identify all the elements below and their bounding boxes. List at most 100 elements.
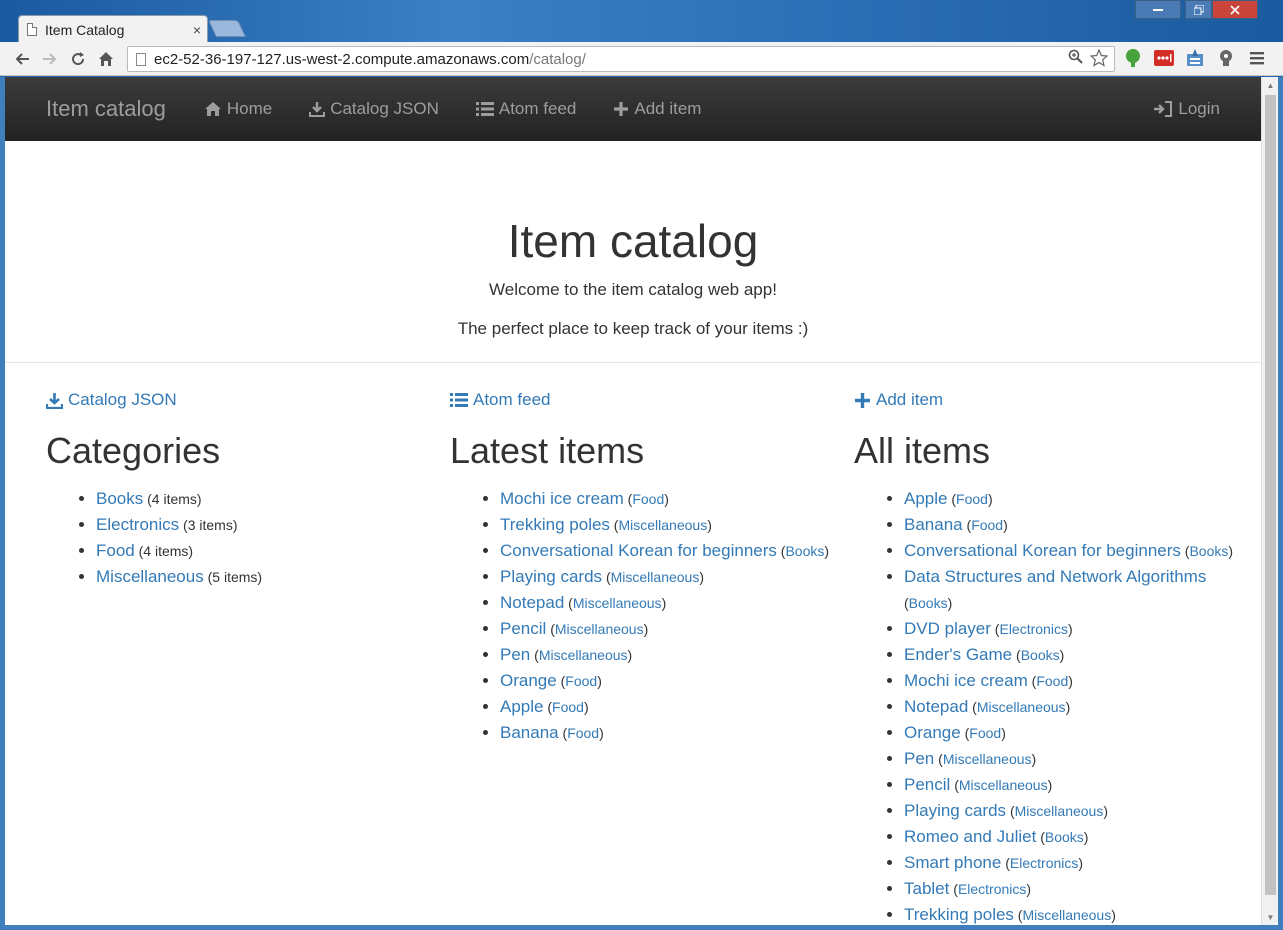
item-category-link[interactable]: Miscellaneous [959,777,1048,793]
browser-tab[interactable]: Item Catalog × [18,15,208,43]
item-link[interactable]: Trekking poles [904,905,1014,924]
item-category-link[interactable]: Books [1189,543,1228,559]
item-link[interactable]: Smart phone [904,853,1001,872]
item-link[interactable]: Pen [904,749,934,768]
item-list-entry: Notepad (Miscellaneous) [904,694,1258,720]
forward-button[interactable] [36,45,64,73]
navbar-brand[interactable]: Item catalog [46,96,166,122]
item-category-meta: (Food) [543,699,589,715]
item-category-link[interactable]: Miscellaneous [943,751,1032,767]
categories-heading: Categories [46,430,221,471]
item-category-link[interactable]: Miscellaneous [611,569,700,585]
category-link[interactable]: Miscellaneous [96,567,204,586]
item-category-meta: (Miscellaneous) [530,647,633,663]
scroll-down-arrow-icon[interactable]: ▼ [1262,909,1279,925]
item-link[interactable]: Ender's Game [904,645,1012,664]
minimize-button[interactable] [1135,0,1181,19]
item-link[interactable]: Pencil [500,619,546,638]
item-link[interactable]: Mochi ice cream [904,671,1028,690]
category-link[interactable]: Electronics [96,515,179,534]
item-category-link[interactable]: Miscellaneous [1022,907,1111,923]
zoom-icon[interactable] [1068,49,1084,72]
home-button[interactable] [92,45,120,73]
item-link[interactable]: Apple [904,489,947,508]
lastpass-extension-icon[interactable] [1153,47,1175,69]
item-list-entry: Conversational Korean for beginners (Boo… [500,538,854,564]
item-link[interactable]: Pencil [904,775,950,794]
item-category-link[interactable]: Miscellaneous [539,647,628,663]
scroll-thumb[interactable] [1265,95,1276,895]
window-controls [1135,0,1258,19]
back-button[interactable] [8,45,36,73]
evernote-extension-icon[interactable] [1122,47,1144,69]
item-link[interactable]: Notepad [500,593,564,612]
restore-button[interactable] [1185,0,1212,19]
item-category-link[interactable]: Books [785,543,824,559]
nav-home[interactable]: Home [204,99,272,119]
category-link[interactable]: Food [96,541,135,560]
window-close-button[interactable] [1212,0,1258,19]
item-link[interactable]: Romeo and Juliet [904,827,1036,846]
item-link[interactable]: Conversational Korean for beginners [904,541,1181,560]
bookmark-star-icon[interactable] [1089,48,1109,72]
browser-toolbar: ec2-52-36-197-127.us-west-2.compute.amaz… [0,42,1283,76]
forward-arrow-icon [43,52,57,65]
item-category-link[interactable]: Miscellaneous [555,621,644,637]
item-category-link[interactable]: Food [567,725,599,741]
vertical-scrollbar[interactable]: ▲ ▼ [1261,77,1278,925]
item-category-link[interactable]: Electronics [999,621,1067,637]
item-category-link[interactable]: Miscellaneous [618,517,707,533]
item-category-link[interactable]: Food [971,517,1003,533]
item-link[interactable]: Notepad [904,697,968,716]
item-link[interactable]: Playing cards [904,801,1006,820]
lightbulb-extension-icon[interactable] [1215,47,1237,69]
item-category-meta: (Food) [960,725,1006,741]
reload-button[interactable] [64,45,92,73]
item-category-link[interactable]: Electronics [958,881,1026,897]
atom-feed-link[interactable]: Atom feed [450,390,854,410]
scroll-up-arrow-icon[interactable]: ▲ [1262,77,1279,93]
nav-atom-feed[interactable]: Atom feed [475,99,576,119]
item-link[interactable]: Orange [500,671,557,690]
item-link[interactable]: Pen [500,645,530,664]
new-tab-button[interactable] [208,20,246,37]
address-bar[interactable]: ec2-52-36-197-127.us-west-2.compute.amaz… [127,46,1115,72]
category-link[interactable]: Books [96,489,143,508]
item-category-link[interactable]: Books [909,595,948,611]
item-link[interactable]: Playing cards [500,567,602,586]
item-category-link[interactable]: Miscellaneous [1015,803,1104,819]
translate-extension-icon[interactable] [1184,47,1206,69]
item-category-link[interactable]: Food [1036,673,1068,689]
item-category-link[interactable]: Food [632,491,664,507]
item-category-meta: (Electronics) [990,621,1073,637]
item-category-link[interactable]: Books [1045,829,1084,845]
categories-list: Books (4 items)Electronics (3 items)Food… [46,486,450,590]
chrome-menu-icon[interactable] [1246,47,1268,69]
category-count: (5 items) [203,569,263,585]
item-category-link[interactable]: Food [565,673,597,689]
catalog-json-link[interactable]: Catalog JSON [46,390,450,410]
item-category-link[interactable]: Miscellaneous [977,699,1066,715]
item-link[interactable]: Banana [904,515,963,534]
item-link[interactable]: Mochi ice cream [500,489,624,508]
item-link[interactable]: Conversational Korean for beginners [500,541,777,560]
item-category-link[interactable]: Books [1021,647,1060,663]
item-category-link[interactable]: Food [969,725,1001,741]
item-link[interactable]: Data Structures and Network Algorithms [904,567,1206,586]
item-link[interactable]: Tablet [904,879,949,898]
nav-catalog-json[interactable]: Catalog JSON [309,99,439,119]
item-category-link[interactable]: Food [552,699,584,715]
item-link[interactable]: Banana [500,723,559,742]
tab-close-icon[interactable]: × [187,22,207,38]
nav-add-item[interactable]: Add item [613,99,701,119]
item-category-link[interactable]: Electronics [1010,855,1078,871]
item-category-link[interactable]: Miscellaneous [573,595,662,611]
add-item-link[interactable]: Add item [854,390,1258,410]
item-link[interactable]: Orange [904,723,961,742]
item-list-entry: Playing cards (Miscellaneous) [500,564,854,590]
item-link[interactable]: Trekking poles [500,515,610,534]
nav-login[interactable]: Login [1153,77,1220,141]
item-link[interactable]: DVD player [904,619,991,638]
item-category-link[interactable]: Food [956,491,988,507]
item-link[interactable]: Apple [500,697,543,716]
